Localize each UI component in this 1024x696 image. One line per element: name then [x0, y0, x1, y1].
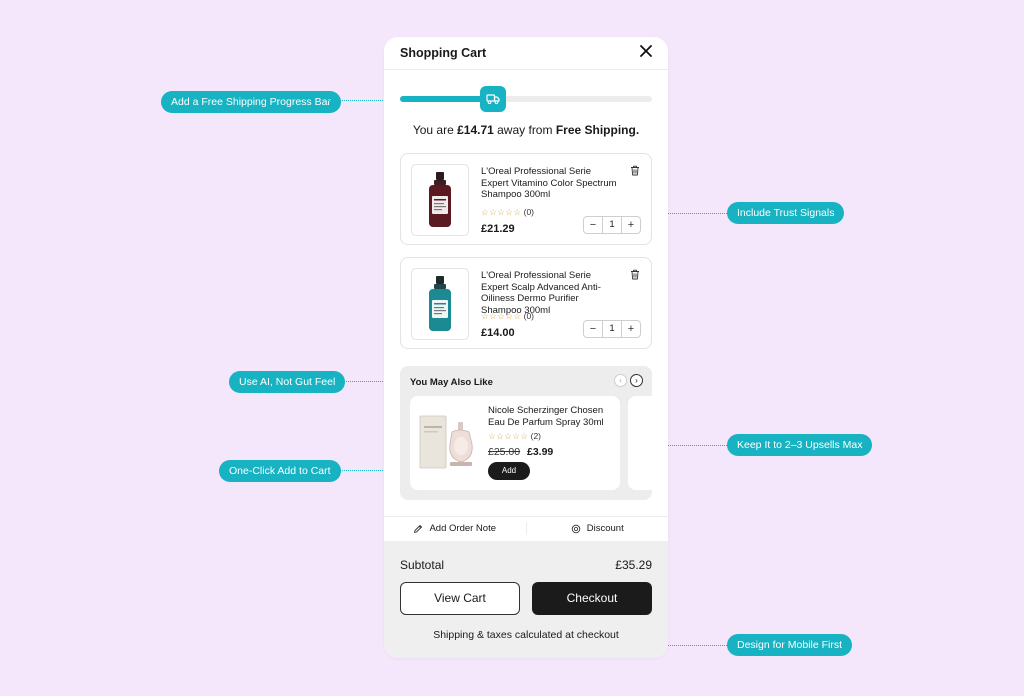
quantity-stepper: − 1 + [583, 216, 641, 234]
subtotal-label: Subtotal [400, 558, 445, 572]
upsell-section: You May Also Like ‹ › Nicole Scherzinger… [400, 366, 652, 500]
add-order-note-button[interactable]: Add Order Note [384, 517, 526, 540]
stars-icon: ☆☆☆☆☆ [481, 207, 522, 217]
shipping-mid: away from [493, 123, 556, 137]
original-price: £25.00 [488, 446, 521, 458]
rating-stars: ☆☆☆☆☆ (0) [481, 311, 534, 322]
shipping-amount: £14.71 [457, 123, 494, 137]
shopping-cart-panel: Shopping Cart You are £14.71 away from F… [384, 37, 668, 658]
shipping-target: Free Shipping. [555, 123, 640, 137]
shipping-prefix: You are [412, 123, 458, 137]
product-image-perfume [416, 410, 482, 474]
discount-label: Discount [586, 523, 624, 534]
rating-count: (2) [530, 431, 541, 441]
cart-header: Shopping Cart [384, 37, 668, 70]
decrease-quantity-button[interactable]: − [584, 219, 602, 231]
upsell-product-name: Nicole Scherzinger Chosen Eau De Parfum … [488, 405, 604, 428]
product-name: L'Oreal Professional Serie Expert Scalp … [481, 270, 601, 316]
free-shipping-progress-bar [400, 86, 652, 112]
callout-connector [327, 100, 389, 101]
product-image-shampoo-red [411, 164, 469, 236]
upsell-next-card-peek [628, 396, 652, 490]
callout-free-shipping: Add a Free Shipping Progress Bar [161, 91, 341, 113]
trash-icon[interactable] [630, 163, 642, 176]
discount-icon [571, 524, 581, 533]
discount-button[interactable]: Discount [527, 517, 669, 540]
rating-count: (0) [523, 207, 534, 217]
free-shipping-message: You are £14.71 away from Free Shipping. [384, 123, 668, 137]
callout-connector [663, 645, 727, 646]
carousel-prev-icon[interactable]: ‹ [614, 374, 627, 387]
rating-count: (0) [523, 311, 534, 321]
callout-upsells-max: Keep It to 2–3 Upsells Max [727, 434, 873, 456]
trash-icon[interactable] [630, 267, 642, 280]
callout-connector [663, 213, 727, 214]
close-icon[interactable] [640, 45, 652, 61]
callout-connector [663, 445, 727, 446]
cart-footer: Subtotal £35.29 View Cart Checkout Shipp… [384, 541, 668, 658]
product-price: £21.29 [481, 223, 515, 235]
rating-stars: ☆☆☆☆☆ (2) [488, 431, 541, 442]
upsell-title: You May Also Like [410, 377, 493, 388]
callout-trust-signals: Include Trust Signals [727, 202, 845, 224]
subtotal-value: £35.29 [615, 558, 652, 572]
callout-mobile-first: Design for Mobile First [727, 634, 853, 656]
product-name: L'Oreal Professional Serie Expert Vitami… [481, 166, 617, 200]
cart-actions-row: Add Order Note Discount [384, 516, 668, 540]
view-cart-button[interactable]: View Cart [400, 582, 520, 615]
cart-title: Shopping Cart [400, 46, 487, 60]
pencil-icon [414, 524, 423, 533]
decrease-quantity-button[interactable]: − [584, 323, 602, 335]
product-price: £14.00 [481, 327, 515, 339]
quantity-value[interactable]: 1 [602, 321, 622, 337]
add-order-note-label: Add Order Note [429, 523, 497, 534]
sale-price: £3.99 [527, 446, 554, 458]
product-image-shampoo-teal [411, 268, 469, 340]
increase-quantity-button[interactable]: + [622, 219, 640, 231]
add-to-cart-button[interactable]: Add [488, 462, 530, 480]
quantity-value[interactable]: 1 [602, 217, 622, 233]
carousel-next-icon[interactable]: › [630, 374, 643, 387]
cart-item: L'Oreal Professional Serie Expert Scalp … [400, 257, 652, 349]
cart-item: L'Oreal Professional Serie Expert Vitami… [400, 153, 652, 245]
upsell-product-card: Nicole Scherzinger Chosen Eau De Parfum … [410, 396, 620, 490]
increase-quantity-button[interactable]: + [622, 323, 640, 335]
callout-use-ai: Use AI, Not Gut Feel [229, 371, 346, 393]
quantity-stepper: − 1 + [583, 320, 641, 338]
stars-icon: ☆☆☆☆☆ [481, 311, 522, 321]
shipping-taxes-note: Shipping & taxes calculated at checkout [433, 629, 619, 641]
truck-icon [480, 86, 506, 112]
stars-icon: ☆☆☆☆☆ [488, 431, 529, 441]
callout-one-click: One-Click Add to Cart [219, 460, 341, 482]
rating-stars: ☆☆☆☆☆ (0) [481, 207, 534, 218]
checkout-button[interactable]: Checkout [532, 582, 652, 615]
